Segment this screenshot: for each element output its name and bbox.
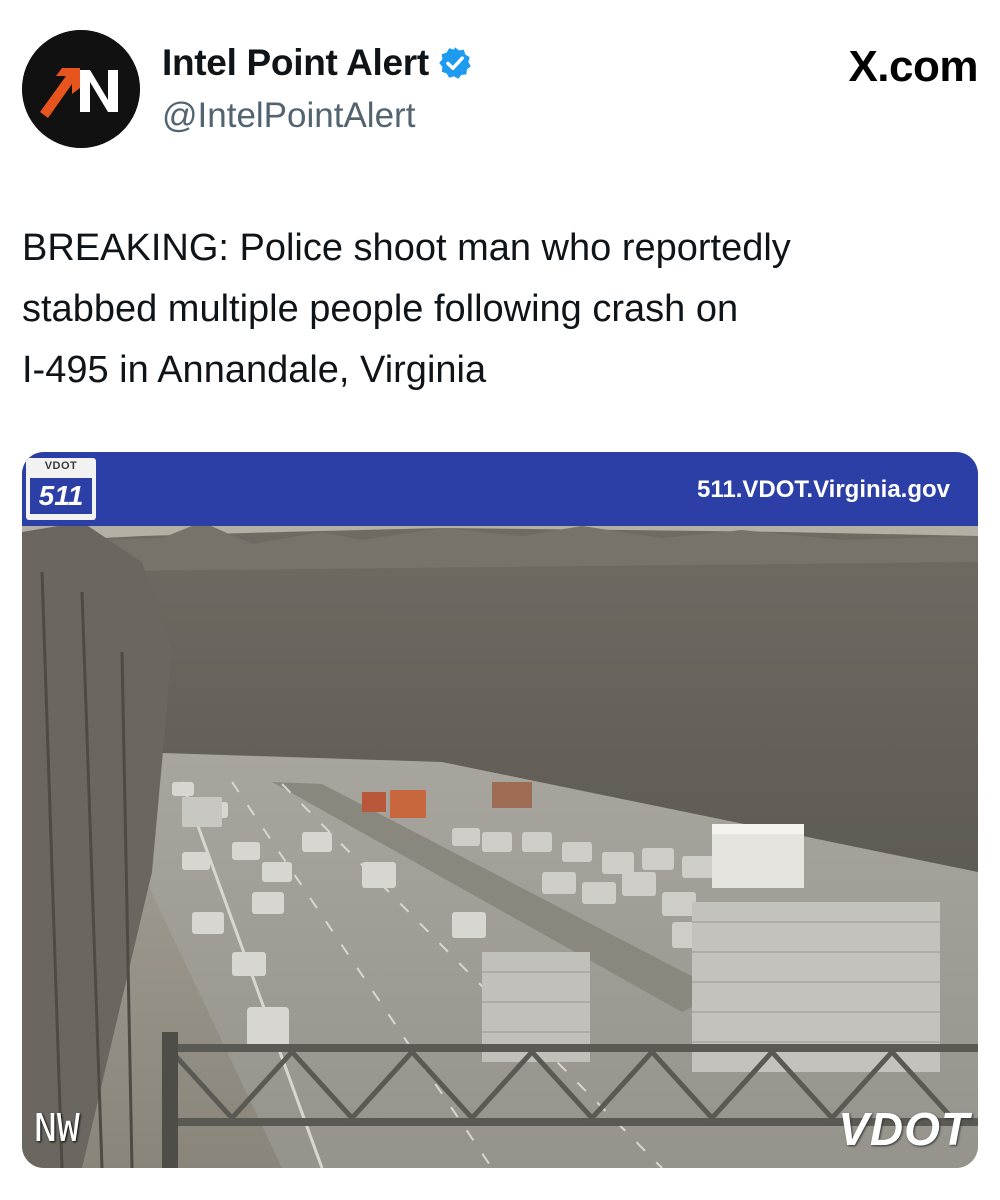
intel-point-logo-icon [22, 30, 140, 148]
vdot-logo-small-text: VDOT [44, 460, 78, 472]
post-media-image[interactable]: VDOT 511 511.VDOT.Virginia.gov NW VDOT [22, 452, 978, 1168]
post-text-line: stabbed multiple people following crash … [22, 288, 739, 330]
post-text-line: I-495 in Annandale, Virginia [22, 349, 487, 391]
author-display-name[interactable]: Intel Point Alert [162, 42, 429, 84]
vdot-logo-511-text: 511 [30, 478, 92, 514]
camera-banner-url: 511.VDOT.Virginia.gov [697, 476, 950, 503]
post-text: BREAKING: Police shoot man who reportedl… [22, 218, 952, 401]
traffic-camera-photo [22, 452, 978, 1168]
camera-banner: VDOT 511 511.VDOT.Virginia.gov [22, 452, 978, 526]
vdot-511-logo: VDOT 511 [26, 458, 96, 520]
post-text-line: BREAKING: Police shoot man who reportedl… [22, 227, 791, 269]
author-name-row[interactable]: Intel Point Alert [162, 42, 473, 84]
author-avatar[interactable] [22, 30, 140, 148]
source-site-label: X.com [848, 42, 978, 91]
camera-watermark: VDOT [838, 1103, 970, 1155]
post-header: Intel Point Alert @IntelPointAlert X.com [22, 30, 978, 150]
verified-badge-icon [439, 47, 471, 79]
camera-direction-label: NW [34, 1106, 80, 1150]
author-handle[interactable]: @IntelPointAlert [162, 96, 415, 136]
